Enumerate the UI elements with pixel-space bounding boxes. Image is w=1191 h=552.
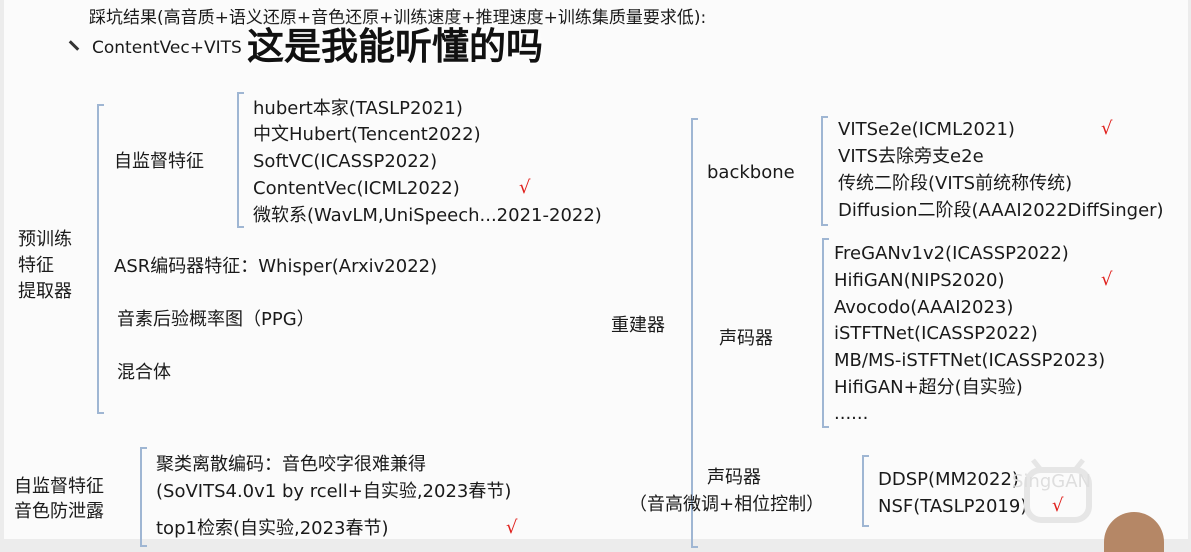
mix-feature: 混合体 bbox=[117, 362, 171, 383]
leak-item: (SoVITS4.0v1 by rcell+自实验,2023春节) bbox=[156, 481, 512, 502]
leak-label-2: 音色防泄露 bbox=[14, 501, 104, 522]
selfsup-item: 微软系(WavLM,UniSpeech...2021-2022) bbox=[253, 205, 602, 226]
vocoder2-brace bbox=[862, 455, 869, 527]
vocoder-item: HifiGAN(NIPS2020) bbox=[834, 270, 1005, 291]
backbone-brace bbox=[821, 116, 828, 226]
vocoder2-item: NSF(TASLP2019) bbox=[878, 496, 1028, 517]
leak-item: top1检索(自实验,2023春节) bbox=[156, 518, 389, 539]
vocoder2-item: DDSP(MM2022) bbox=[878, 469, 1019, 490]
vocoder-item: MB/MS-iSTFTNet(ICASSP2023) bbox=[834, 350, 1106, 371]
watermark-text: SingGAN bbox=[1012, 471, 1091, 492]
leak-brace bbox=[140, 447, 147, 547]
selfsup-brace bbox=[237, 92, 244, 228]
vocoder-item: iSTFTNet(ICASSP2022) bbox=[834, 323, 1038, 344]
check-mark: √ bbox=[1101, 269, 1113, 290]
selfsup-item: hubert本家(TASLP2021) bbox=[253, 98, 463, 119]
slide: 踩坑结果(高音质+语义还原+音色还原+训练速度+推理速度+训练集质量要求低): … bbox=[4, 0, 1188, 552]
ppg-feature: 音素后验概率图（PPG） bbox=[117, 309, 315, 330]
selfsup-item: ContentVec(ICML2022) bbox=[253, 178, 460, 199]
backbone-item: Diffusion二阶段(AAAI2022DiffSinger) bbox=[838, 200, 1164, 221]
check-mark: √ bbox=[506, 517, 518, 538]
vocoder-item: FreGANv1v2(ICASSP2022) bbox=[834, 243, 1069, 264]
vocoder-label: 声码器 bbox=[719, 328, 773, 349]
vocoder2-label-1: 声码器 bbox=[707, 467, 761, 488]
check-mark: √ bbox=[519, 177, 531, 198]
vocoder-item: HifiGAN+超分(自实验) bbox=[834, 377, 1023, 398]
selfsup-item: SoftVC(ICASSP2022) bbox=[253, 151, 438, 172]
pretrain-label-3: 提取器 bbox=[18, 281, 72, 302]
pretrain-label-1: 预训练 bbox=[18, 229, 72, 250]
selfsup-item: 中文Hubert(Tencent2022) bbox=[253, 124, 481, 145]
backbone-item: 传统二阶段(VITS前统称传统) bbox=[838, 173, 1073, 194]
vocoder-brace bbox=[822, 238, 829, 428]
leak-label-1: 自监督特征 bbox=[14, 476, 104, 497]
reconstructor-brace bbox=[691, 118, 698, 548]
vocoder-item: Avocodo(AAAI2023) bbox=[834, 297, 1014, 318]
vocoder2-label-2: （音高微调+相位控制） bbox=[629, 494, 825, 515]
check-mark: √ bbox=[1101, 118, 1113, 139]
backbone-label: backbone bbox=[707, 162, 795, 183]
vocoder-item: ...... bbox=[834, 403, 869, 424]
header-line2: ContentVec+VITS bbox=[92, 38, 242, 58]
leak-item: 聚类离散编码：音色咬字很难兼得 bbox=[156, 454, 426, 475]
reconstructor-label: 重建器 bbox=[611, 315, 665, 336]
avatar bbox=[1104, 512, 1164, 552]
video-subtitle: 这是我能听懂的吗 bbox=[247, 25, 543, 68]
selfsup-label: 自监督特征 bbox=[114, 151, 204, 172]
pretrain-brace bbox=[97, 104, 104, 414]
pen-cursor-icon bbox=[68, 40, 80, 51]
backbone-item: VITSe2e(ICML2021) bbox=[838, 119, 1015, 140]
asr-feature: ASR编码器特征：Whisper(Arxiv2022) bbox=[114, 256, 438, 277]
pretrain-label-2: 特征 bbox=[18, 255, 54, 276]
backbone-item: VITS去除旁支e2e bbox=[838, 146, 984, 167]
